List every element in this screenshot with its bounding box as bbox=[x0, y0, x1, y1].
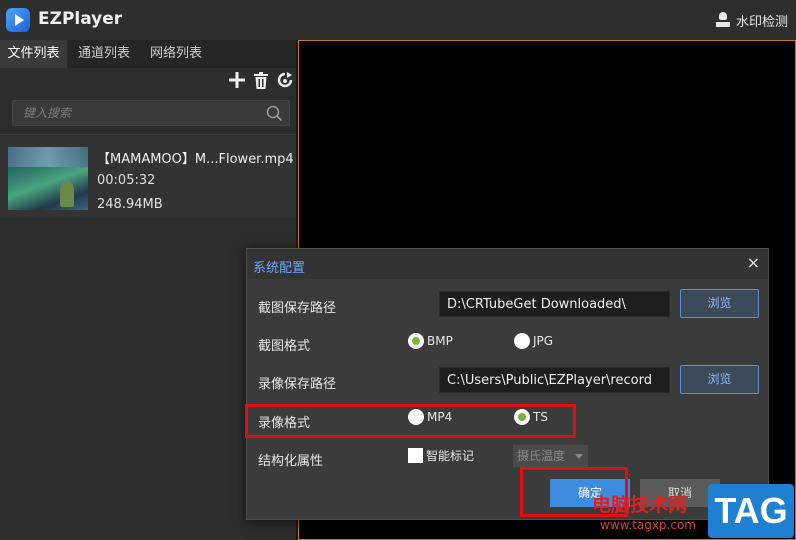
tab-network-list[interactable]: 网络列表 bbox=[142, 40, 210, 68]
radio-jpg[interactable]: JPG bbox=[514, 333, 553, 349]
radio-jpg-label: JPG bbox=[533, 334, 554, 348]
watermark-check-button[interactable]: 水印检测 bbox=[715, 11, 788, 30]
record-path-field[interactable] bbox=[439, 367, 670, 393]
watermark-tag-logo: TAG bbox=[708, 484, 794, 538]
tab-file-list[interactable]: 文件列表 bbox=[0, 40, 67, 68]
file-duration: 00:05:32 bbox=[97, 173, 156, 188]
delete-icon[interactable] bbox=[252, 70, 270, 90]
temperature-select[interactable]: 摄氏温度 bbox=[513, 445, 588, 467]
screenshot-format-label: 截图格式 bbox=[258, 339, 311, 354]
radio-bmp[interactable]: BMP bbox=[408, 333, 453, 349]
search-icon[interactable] bbox=[266, 105, 283, 126]
browse-screenshot-button[interactable]: 浏览 bbox=[680, 289, 759, 318]
watermark-check-label: 水印检测 bbox=[735, 14, 788, 30]
radio-unchecked-icon bbox=[514, 333, 530, 349]
file-size: 248.94MB bbox=[97, 197, 163, 212]
app-logo-icon bbox=[6, 8, 30, 32]
screenshot-path-label: 截图保存路径 bbox=[258, 301, 337, 316]
dialog-title: 系统配置 bbox=[253, 261, 306, 276]
record-format-highlight bbox=[245, 404, 576, 438]
close-icon[interactable]: × bbox=[747, 255, 760, 271]
dialog-header: 系统配置 × bbox=[247, 249, 768, 279]
file-name: 【MAMAMOO】M...Flower.mp4 bbox=[97, 152, 294, 167]
checkbox-icon bbox=[408, 448, 423, 463]
watermark-url: www.tagxp.com bbox=[600, 518, 696, 532]
temperature-select-value: 摄氏温度 bbox=[517, 449, 566, 463]
title-bar: EZPlayer 水印检测 bbox=[0, 0, 796, 40]
tab-bar: 文件列表 通道列表 网络列表 bbox=[0, 40, 296, 68]
search-box bbox=[12, 100, 290, 126]
browse-record-button[interactable]: 浏览 bbox=[680, 365, 759, 394]
search-input[interactable] bbox=[13, 101, 263, 125]
list-item[interactable]: 【MAMAMOO】M...Flower.mp4 00:05:32 248.94M… bbox=[0, 136, 296, 218]
refresh-icon[interactable] bbox=[276, 70, 294, 90]
stamp-icon bbox=[715, 12, 730, 28]
add-icon[interactable] bbox=[228, 70, 246, 90]
radio-checked-icon bbox=[408, 333, 424, 349]
smart-mark-checkbox[interactable]: 智能标记 bbox=[408, 447, 474, 464]
record-path-label: 录像保存路径 bbox=[258, 377, 337, 392]
list-divider bbox=[0, 134, 296, 135]
screenshot-path-field[interactable] bbox=[439, 291, 670, 317]
radio-bmp-label: BMP bbox=[427, 334, 453, 348]
app-title: EZPlayer bbox=[38, 9, 123, 29]
file-toolbar bbox=[228, 70, 294, 92]
system-config-dialog: 系统配置 × 截图保存路径 浏览 截图格式 BMP JPG 录像保存路径 浏览 … bbox=[246, 248, 769, 520]
structured-attr-label: 结构化属性 bbox=[258, 454, 324, 469]
chevron-down-icon bbox=[575, 454, 583, 459]
watermark-site-name: 电脑技术网 bbox=[592, 494, 688, 516]
tab-channel-list[interactable]: 通道列表 bbox=[70, 40, 138, 68]
smart-mark-label: 智能标记 bbox=[426, 449, 475, 463]
video-thumbnail bbox=[8, 147, 88, 210]
